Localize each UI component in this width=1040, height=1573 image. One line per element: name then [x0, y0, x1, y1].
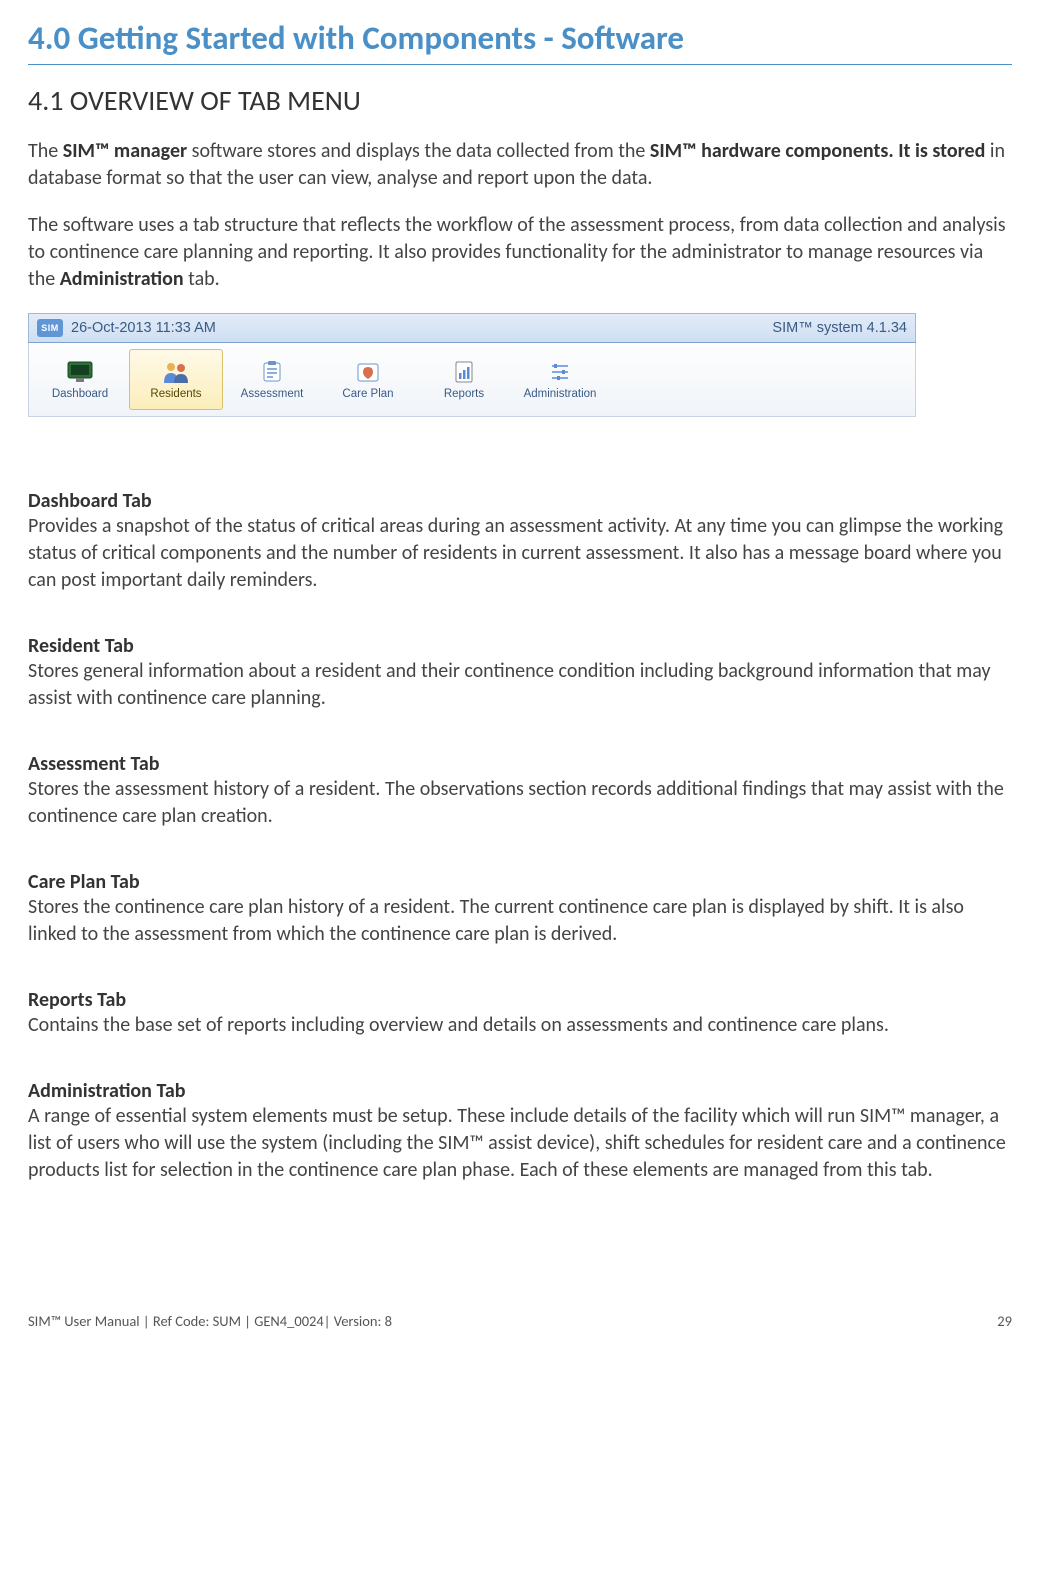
tab-label: Administration: [524, 388, 597, 400]
section-administration-tab: Administration Tab A range of essential …: [28, 1079, 1012, 1184]
section-care-plan-tab: Care Plan Tab Stores the continence care…: [28, 870, 1012, 948]
section-reports-tab: Reports Tab Contains the base set of rep…: [28, 988, 1012, 1039]
section-desc: A range of essential system elements mus…: [28, 1103, 1012, 1184]
intro-paragraph-1: The SIM™ manager software stores and dis…: [28, 138, 1012, 192]
tab-label: Care Plan: [342, 388, 393, 400]
section-label: Resident Tab: [28, 634, 1012, 658]
tab-assessment[interactable]: Assessment: [225, 349, 319, 410]
app-datetime: 26-Oct-2013 11:33 AM: [71, 320, 216, 336]
tab-care-plan[interactable]: Care Plan: [321, 349, 415, 410]
section-label: Dashboard Tab: [28, 489, 1012, 513]
section-desc: Stores general information about a resid…: [28, 658, 1012, 712]
text-bold: Administration: [60, 267, 184, 291]
page-number: 29: [997, 1312, 1012, 1330]
tab-reports[interactable]: Reports: [417, 349, 511, 410]
section-desc: Contains the base set of reports includi…: [28, 1012, 1012, 1039]
intro-paragraph-2: The software uses a tab structure that r…: [28, 212, 1012, 293]
app-version: SIM™ system 4.1.34: [772, 320, 907, 336]
monitor-icon: [66, 360, 94, 384]
report-icon: [450, 360, 478, 384]
section-desc: Stores the assessment history of a resid…: [28, 776, 1012, 830]
text-run: software stores and displays the data co…: [187, 139, 650, 163]
tab-label: Reports: [444, 388, 484, 400]
tab-label: Dashboard: [52, 388, 108, 400]
people-icon: [162, 360, 190, 384]
section-label: Reports Tab: [28, 988, 1012, 1012]
sliders-icon: [546, 360, 574, 384]
app-titlebar: SIM 26-Oct-2013 11:33 AM SIM™ system 4.1…: [28, 313, 916, 343]
tab-residents[interactable]: Residents: [129, 349, 223, 410]
section-resident-tab: Resident Tab Stores general information …: [28, 634, 1012, 712]
tab-dashboard[interactable]: Dashboard: [33, 349, 127, 410]
text-run: tab.: [184, 267, 220, 291]
section-assessment-tab: Assessment Tab Stores the assessment his…: [28, 752, 1012, 830]
app-toolbar: Dashboard Residents Assessment Care Plan: [28, 343, 916, 417]
care-plan-icon: [354, 360, 382, 384]
sim-logo-chip: SIM: [37, 319, 63, 337]
tab-label: Residents: [150, 388, 201, 400]
text-bold: SIM™ manager: [63, 139, 187, 163]
text-run: The: [28, 139, 63, 163]
clipboard-icon: [258, 360, 286, 384]
heading-section-4-1: 4.1 OVERVIEW OF TAB MENU: [28, 83, 1012, 118]
text-bold: SIM™ hardware components. It is stored: [650, 139, 985, 163]
section-dashboard-tab: Dashboard Tab Provides a snapshot of the…: [28, 489, 1012, 594]
tab-administration[interactable]: Administration: [513, 349, 607, 410]
section-desc: Stores the continence care plan history …: [28, 894, 1012, 948]
section-label: Administration Tab: [28, 1079, 1012, 1103]
heading-section-4-0: 4.0 Getting Started with Components - So…: [28, 18, 1012, 65]
section-label: Care Plan Tab: [28, 870, 1012, 894]
section-desc: Provides a snapshot of the status of cri…: [28, 513, 1012, 594]
section-label: Assessment Tab: [28, 752, 1012, 776]
screenshot-tab-menu: SIM 26-Oct-2013 11:33 AM SIM™ system 4.1…: [28, 313, 916, 429]
tab-label: Assessment: [241, 388, 304, 400]
page-footer: SIM™ User Manual | Ref Code: SUM | GEN4_…: [0, 1312, 1040, 1352]
footer-ref: SIM™ User Manual | Ref Code: SUM | GEN4_…: [28, 1312, 392, 1330]
